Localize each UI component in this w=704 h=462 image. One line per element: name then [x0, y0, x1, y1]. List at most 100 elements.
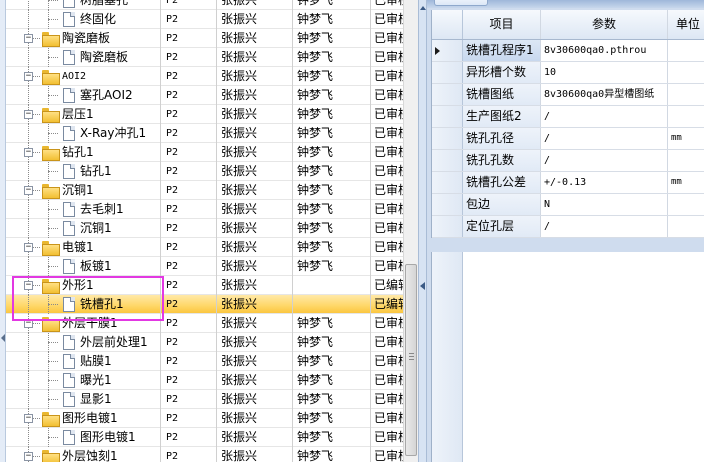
- tree-item-row[interactable]: 铣槽孔1 P2张振兴 已编辑: [6, 295, 403, 314]
- tree-vertical-scrollbar[interactable]: [403, 0, 418, 462]
- tree-node-cell[interactable]: 沉铜1: [6, 219, 161, 238]
- tree-folder-row[interactable]: − AOI2 P2张振兴钟梦飞已审核: [6, 67, 403, 86]
- tree-node-cell[interactable]: 塞孔AOI2: [6, 86, 161, 105]
- property-value-cell[interactable]: 8v30600qa0.pthrou: [541, 40, 668, 61]
- tree-node-cell[interactable]: 显影1: [6, 390, 161, 409]
- property-unit-cell[interactable]: [668, 150, 704, 171]
- tree-node-cell[interactable]: − 钻孔1: [6, 143, 161, 162]
- property-unit-cell[interactable]: [668, 106, 704, 127]
- tree-node-cell[interactable]: 树脂塞孔: [6, 0, 161, 10]
- collapse-toggle-icon[interactable]: −: [24, 186, 33, 195]
- property-row[interactable]: 铣孔孔数 /: [432, 150, 704, 172]
- tree-folder-row[interactable]: − 图形电镀1 P2张振兴钟梦飞已审核: [6, 409, 403, 428]
- tree-node-cell[interactable]: X-Ray冲孔1: [6, 124, 161, 143]
- tree-node-cell[interactable]: 终固化: [6, 10, 161, 29]
- tree-item-row[interactable]: X-Ray冲孔1 P2张振兴钟梦飞已审核: [6, 124, 403, 143]
- tree-node-cell[interactable]: 曝光1: [6, 371, 161, 390]
- property-row[interactable]: 定位孔层 /: [432, 216, 704, 238]
- tree-node-cell[interactable]: 去毛刺1: [6, 200, 161, 219]
- property-tab[interactable]: [434, 0, 488, 6]
- tree-item-row[interactable]: 显影1 P2张振兴钟梦飞已审核: [6, 390, 403, 409]
- row-indicator-cell[interactable]: [432, 194, 463, 215]
- tree-folder-row[interactable]: − 陶瓷磨板 P2张振兴钟梦飞已审核: [6, 29, 403, 48]
- collapse-toggle-icon[interactable]: −: [24, 243, 33, 252]
- tree-node-cell[interactable]: 陶瓷磨板: [6, 48, 161, 67]
- collapse-toggle-icon[interactable]: −: [24, 34, 33, 43]
- property-row[interactable]: 铣孔孔径 / mm: [432, 128, 704, 150]
- tree-folder-row[interactable]: − 外形1 P2张振兴 已编辑: [6, 276, 403, 295]
- row-indicator-cell[interactable]: [432, 216, 463, 237]
- tree-node-cell[interactable]: − 沉铜1: [6, 181, 161, 200]
- property-value-cell[interactable]: N: [541, 194, 668, 215]
- tree-item-row[interactable]: 树脂塞孔 P2张振兴钟梦飞已审核: [6, 0, 403, 10]
- property-value-cell[interactable]: /: [541, 150, 668, 171]
- row-indicator-cell[interactable]: [432, 106, 463, 127]
- tree-item-row[interactable]: 外层前处理1 P2张振兴钟梦飞已审核: [6, 333, 403, 352]
- collapse-left-icon[interactable]: [420, 282, 425, 290]
- row-indicator-cell[interactable]: [432, 128, 463, 149]
- tree-item-row[interactable]: 沉铜1 P2张振兴钟梦飞已审核: [6, 219, 403, 238]
- row-indicator-cell[interactable]: [432, 172, 463, 193]
- property-unit-cell[interactable]: [668, 84, 704, 105]
- header-item[interactable]: 项目: [463, 10, 541, 39]
- collapse-arrow-icon[interactable]: [1, 334, 5, 342]
- tree-node-cell[interactable]: 钻孔1: [6, 162, 161, 181]
- tree-node-cell[interactable]: − 陶瓷磨板: [6, 29, 161, 48]
- row-indicator-cell[interactable]: [432, 150, 463, 171]
- property-row[interactable]: 包边 N: [432, 194, 704, 216]
- collapse-toggle-icon[interactable]: −: [24, 281, 33, 290]
- row-indicator-cell[interactable]: [432, 40, 463, 61]
- tree-item-row[interactable]: 图形电镀1 P2张振兴钟梦飞已审核: [6, 428, 403, 447]
- tree-folder-row[interactable]: − 层压1 P2张振兴钟梦飞已审核: [6, 105, 403, 124]
- property-unit-cell[interactable]: [668, 40, 704, 61]
- tree-folder-row[interactable]: − 电镀1 P2张振兴钟梦飞已审核: [6, 238, 403, 257]
- tree-node-cell[interactable]: 板镀1: [6, 257, 161, 276]
- property-row[interactable]: 异形槽个数 10: [432, 62, 704, 84]
- tree-node-cell[interactable]: − 层压1: [6, 105, 161, 124]
- collapse-toggle-icon[interactable]: −: [24, 72, 33, 81]
- tree-item-row[interactable]: 贴膜1 P2张振兴钟梦飞已审核: [6, 352, 403, 371]
- collapse-up-icon[interactable]: [420, 6, 426, 10]
- property-value-cell[interactable]: 8v30600qa0异型槽图纸: [541, 84, 668, 105]
- tree-node-cell[interactable]: 外层前处理1: [6, 333, 161, 352]
- tree-item-row[interactable]: 塞孔AOI2 P2张振兴钟梦飞已审核: [6, 86, 403, 105]
- tree-item-row[interactable]: 陶瓷磨板 P2张振兴钟梦飞已审核: [6, 48, 403, 67]
- panel-splitter[interactable]: [418, 0, 427, 462]
- property-value-cell[interactable]: 10: [541, 62, 668, 83]
- tree-node-cell[interactable]: 贴膜1: [6, 352, 161, 371]
- tree-node-cell[interactable]: − 电镀1: [6, 238, 161, 257]
- collapse-toggle-icon[interactable]: −: [24, 414, 33, 423]
- scrollbar-thumb[interactable]: [405, 264, 417, 456]
- tree-folder-row[interactable]: − 外层蚀刻1 P2张振兴钟梦飞已审核: [6, 447, 403, 462]
- property-row[interactable]: 铣槽孔程序1 8v30600qa0.pthrou: [432, 40, 704, 62]
- property-row[interactable]: 生产图纸2/: [432, 106, 704, 128]
- tree-folder-row[interactable]: − 沉铜1 P2张振兴钟梦飞已审核: [6, 181, 403, 200]
- property-value-cell[interactable]: /: [541, 106, 668, 127]
- property-value-cell[interactable]: /: [541, 128, 668, 149]
- property-unit-cell[interactable]: [668, 194, 704, 215]
- collapse-toggle-icon[interactable]: −: [24, 452, 33, 461]
- tree-folder-row[interactable]: − 钻孔1 P2张振兴钟梦飞已审核: [6, 143, 403, 162]
- tree-folder-row[interactable]: − 外层干膜1 P2张振兴钟梦飞已审核: [6, 314, 403, 333]
- collapse-toggle-icon[interactable]: −: [24, 148, 33, 157]
- tree-item-row[interactable]: 去毛刺1 P2张振兴钟梦飞已审核: [6, 200, 403, 219]
- tree-node-cell[interactable]: 铣槽孔1: [6, 295, 161, 314]
- collapse-toggle-icon[interactable]: −: [24, 319, 33, 328]
- property-row[interactable]: 铣槽孔公差 +/-0.13 mm: [432, 172, 704, 194]
- tree-node-cell[interactable]: − 外形1: [6, 276, 161, 295]
- header-param[interactable]: 参数: [541, 10, 668, 39]
- tree-node-cell[interactable]: − AOI2: [6, 67, 161, 86]
- tree-item-row[interactable]: 钻孔1 P2张振兴钟梦飞已审核: [6, 162, 403, 181]
- property-row[interactable]: 铣槽图纸 8v30600qa0异型槽图纸: [432, 84, 704, 106]
- tree-item-row[interactable]: 板镀1 P2张振兴钟梦飞已审核: [6, 257, 403, 276]
- property-unit-cell[interactable]: [668, 62, 704, 83]
- tree-node-cell[interactable]: − 外层蚀刻1: [6, 447, 161, 462]
- property-value-cell[interactable]: /: [541, 216, 668, 237]
- property-unit-cell[interactable]: [668, 216, 704, 237]
- property-value-cell[interactable]: +/-0.13: [541, 172, 668, 193]
- tree-node-cell[interactable]: 图形电镀1: [6, 428, 161, 447]
- row-indicator-cell[interactable]: [432, 84, 463, 105]
- tree-item-row[interactable]: 终固化 P2张振兴钟梦飞已审核: [6, 10, 403, 29]
- header-unit[interactable]: 单位: [668, 10, 704, 39]
- tree-node-cell[interactable]: − 外层干膜1: [6, 314, 161, 333]
